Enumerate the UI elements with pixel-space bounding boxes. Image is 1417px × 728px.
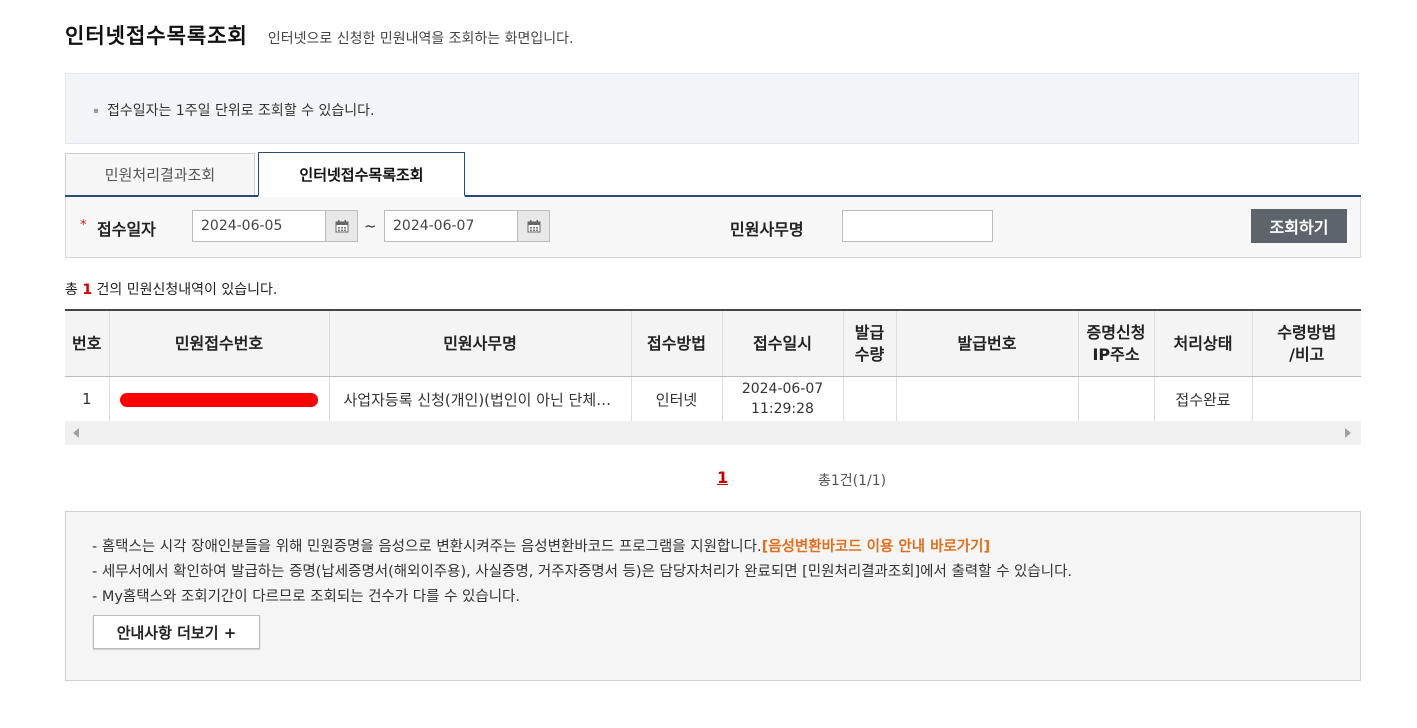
cell-remark <box>1252 376 1361 422</box>
cell-receipt-no[interactable] <box>109 376 330 422</box>
scroll-left-icon[interactable] <box>73 428 79 438</box>
count-prefix: 총 <box>65 282 78 298</box>
civil-affair-name-label: 민원사무명 <box>730 220 804 239</box>
calendar-icon[interactable] <box>517 210 550 242</box>
page-link-current[interactable]: 1 <box>717 468 728 487</box>
col-header-issue-no: 발급번호 <box>896 309 1079 377</box>
more-info-button[interactable]: 안내사항 더보기 + <box>93 615 260 649</box>
date-range-separator: ~ <box>364 217 377 235</box>
notice-box: 접수일자는 1주일 단위로 조회할 수 있습니다. <box>65 73 1359 144</box>
cell-method: 인터넷 <box>631 376 723 422</box>
tab-internet-receipt-list[interactable]: 인터넷접수목록조회 <box>258 152 465 197</box>
guide-line: - My홈택스와 조회기간이 다르므로 조회되는 건수가 다를 수 있습니다. <box>92 589 520 605</box>
result-count: 총 1 건의 민원신청내역이 있습니다. <box>65 279 277 299</box>
guide-text-1: - 홈택스는 시각 장애인분들을 위해 민원증명을 음성으로 변환시켜주는 음성… <box>92 539 762 555</box>
cell-time: 11:29:28 <box>751 401 814 417</box>
col-header-receipt-no: 민원접수번호 <box>109 309 330 377</box>
page-title: 인터넷접수목록조회 <box>65 24 248 48</box>
col-header-method: 접수방법 <box>631 309 723 377</box>
date-from-input[interactable] <box>192 210 326 242</box>
cell-no: 1 <box>65 376 110 422</box>
horizontal-scrollbar[interactable] <box>65 421 1361 445</box>
cell-datetime: 2024-06-07 11:29:28 <box>722 376 844 422</box>
col-header-no: 번호 <box>65 309 110 377</box>
count-number: 1 <box>82 282 93 298</box>
col-header-remark: 수령방법 /비고 <box>1252 309 1361 377</box>
notice-text: 접수일자는 1주일 단위로 조회할 수 있습니다. <box>107 103 375 119</box>
search-bar: * 접수일자 ~ 민원사무명 조회하기 <box>65 197 1361 258</box>
cell-affair-name[interactable]: 사업자등록 신청(개인)(법인이 아닌 단체의 고유번호 신청 포함) <box>329 376 632 422</box>
tab-result-inquiry[interactable]: 민원처리결과조회 <box>65 153 255 195</box>
col-header-datetime: 접수일시 <box>722 309 844 377</box>
cell-ip <box>1078 376 1155 422</box>
voice-barcode-guide-link[interactable]: [음성변환바코드 이용 안내 바로가기] <box>762 539 991 555</box>
date-label: 접수일자 <box>97 220 156 239</box>
bullet-icon <box>94 109 98 113</box>
col-header-qty: 발급 수량 <box>843 309 897 377</box>
result-table: 번호 민원접수번호 민원사무명 접수방법 접수일시 발급 수량 발급번호 증명신… <box>65 309 1361 422</box>
guide-box: - 홈택스는 시각 장애인분들을 위해 민원증명을 음성으로 변환시켜주는 음성… <box>65 511 1361 681</box>
page-subtitle: 인터넷으로 신청한 민원내역을 조회하는 화면입니다. <box>267 31 574 47</box>
table-header-row: 번호 민원접수번호 민원사무명 접수방법 접수일시 발급 수량 발급번호 증명신… <box>65 309 1361 377</box>
civil-affair-name-input[interactable] <box>842 210 993 242</box>
search-button[interactable]: 조회하기 <box>1251 209 1347 243</box>
table-row[interactable]: 1 사업자등록 신청(개인)(법인이 아닌 단체의 고유번호 신청 포함) 인터… <box>65 376 1361 422</box>
scroll-right-icon[interactable] <box>1345 428 1351 438</box>
cell-issue-no <box>896 376 1079 422</box>
col-header-ip: 증명신청 IP주소 <box>1078 309 1155 377</box>
cell-date: 2024-06-07 <box>741 381 824 397</box>
col-header-status: 처리상태 <box>1154 309 1253 377</box>
date-to-input[interactable] <box>384 210 518 242</box>
pagination-total: 총1건(1/1) <box>818 473 887 489</box>
cell-status: 접수완료 <box>1154 376 1253 422</box>
page-header: 인터넷접수목록조회 인터넷으로 신청한 민원내역을 조회하는 화면입니다. <box>65 20 574 50</box>
required-mark: * <box>80 218 87 233</box>
tab-bar: 민원처리결과조회 인터넷접수목록조회 <box>65 152 1361 197</box>
cell-qty <box>843 376 897 422</box>
guide-line: - 홈택스는 시각 장애인분들을 위해 민원증명을 음성으로 변환시켜주는 음성… <box>92 536 1072 561</box>
calendar-icon[interactable] <box>325 210 358 242</box>
redaction-mark <box>120 392 318 407</box>
col-header-affair-name: 민원사무명 <box>329 309 632 377</box>
guide-line: - 세무서에서 확인하여 발급하는 증명(납세증명서(해외이주용), 사실증명,… <box>92 564 1073 580</box>
count-suffix: 건의 민원신청내역이 있습니다. <box>96 282 278 298</box>
